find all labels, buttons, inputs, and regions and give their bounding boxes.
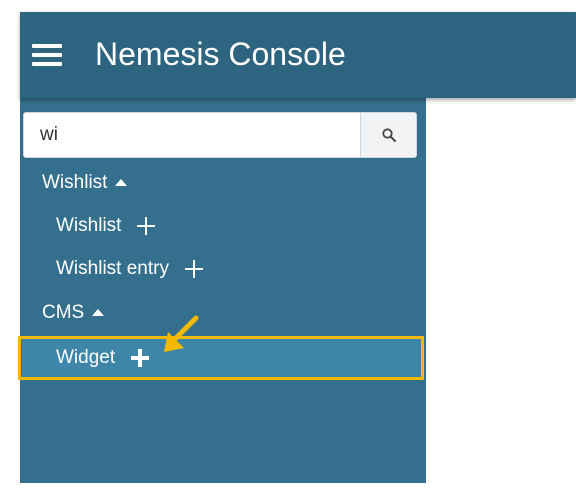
page: Nemesis Console Wishlist Wishlist Wishli… xyxy=(0,0,576,500)
app-header: Nemesis Console xyxy=(20,12,576,98)
tree-item-wishlist-entry[interactable]: Wishlist entry xyxy=(56,257,203,281)
plus-icon[interactable] xyxy=(137,217,156,235)
search-box xyxy=(23,112,417,158)
app-title: Nemesis Console xyxy=(95,36,346,72)
tree-item-label: Widget xyxy=(56,347,116,368)
plus-icon[interactable] xyxy=(184,260,203,278)
sidebar: Wishlist Wishlist Wishlist entry CMS Wid… xyxy=(20,98,426,483)
tree-item-label: Wishlist entry xyxy=(56,258,169,279)
search-icon xyxy=(382,128,396,142)
tree-item-widget[interactable]: Widget xyxy=(56,346,150,370)
search-button[interactable] xyxy=(360,113,416,157)
search-input[interactable] xyxy=(24,113,362,157)
tree-group-label: CMS xyxy=(42,302,85,323)
plus-icon[interactable] xyxy=(131,349,150,367)
tree-group-wishlist[interactable]: Wishlist xyxy=(42,171,128,195)
tree-group-cms[interactable]: CMS xyxy=(42,301,105,325)
tree-item-label: Wishlist xyxy=(56,215,122,236)
tree-item-wishlist[interactable]: Wishlist xyxy=(56,214,156,238)
hamburger-menu-icon[interactable] xyxy=(32,42,64,68)
caret-up-icon[interactable] xyxy=(115,178,128,186)
caret-up-icon[interactable] xyxy=(92,308,105,316)
tree-group-label: Wishlist xyxy=(42,172,108,193)
